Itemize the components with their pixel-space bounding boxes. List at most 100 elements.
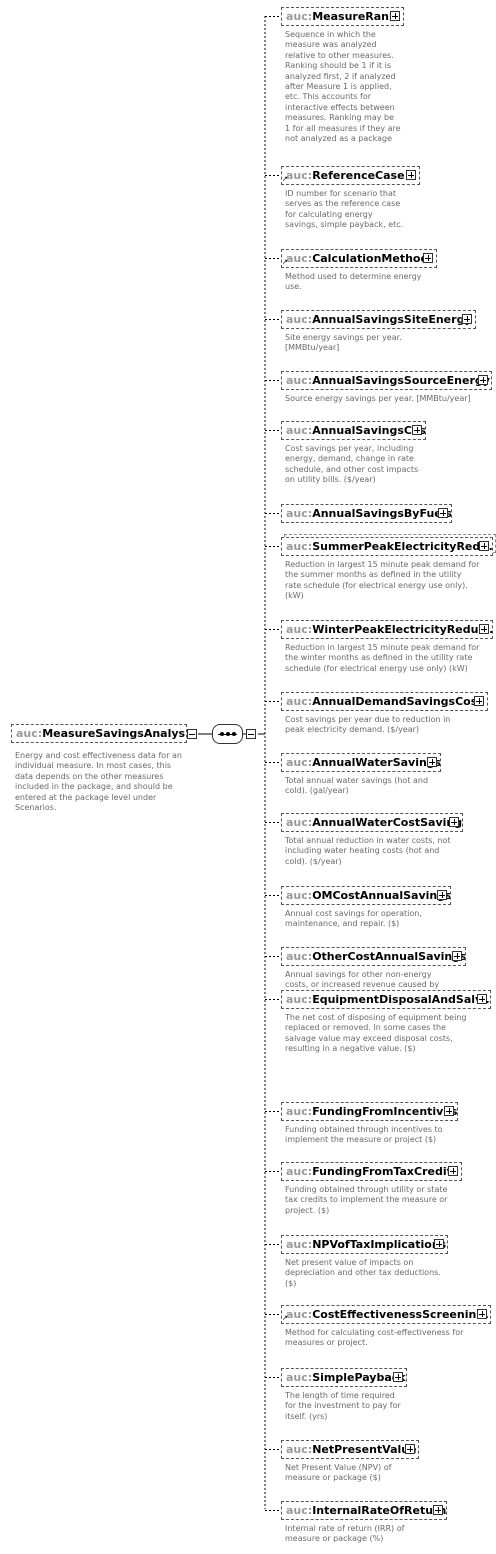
description-line: ID number for scenario that [285,189,397,198]
element-description: Reduction in largest 15 minute peak dema… [285,560,479,602]
element-box[interactable]: auc:FundingFromTaxCredits [281,1162,462,1181]
expand-icon[interactable] [412,425,422,435]
element-box[interactable]: auc:AnnualSavingsByFuels [281,504,452,523]
expand-icon[interactable] [449,817,459,827]
sequence-compositor-icon[interactable] [212,724,243,744]
element-box[interactable]: auc:NetPresentValue [281,1440,419,1459]
element-description: ID number for scenario that serves as the… [285,189,403,231]
element-prefix: auc: [286,507,313,520]
description-line: serves as the reference case [285,199,401,209]
element-name: NPVofTaxImplications [312,1238,447,1251]
description-line: Method for calculating cost-effectivenes… [285,1328,464,1337]
description-line: measures or project. [285,1338,368,1348]
root-prefix: auc: [16,727,43,740]
expand-icon[interactable] [478,375,488,385]
expand-icon[interactable] [452,951,462,961]
element-box[interactable]: auc:FundingFromIncentives [281,1102,458,1121]
description-line: peak electricity demand. ($/year) [285,725,420,735]
element-name: CalculationMethod [312,252,429,265]
element-box[interactable]: auc:OMCostAnnualSavings [281,886,451,905]
element-prefix: auc: [286,993,313,1006]
element-box[interactable]: auc:AnnualSavingsSiteEnergy [281,310,476,329]
description-line: measure or package (%) [285,1534,384,1544]
element-prefix: auc: [286,816,313,829]
description-line: after Measure 1 is applied, [285,82,392,92]
element-box[interactable]: auc:CalculationMethod ↗ [281,249,437,268]
element-box[interactable]: auc:AnnualSavingsSourceEnergy [281,371,492,390]
collapse-icon[interactable] [187,729,197,739]
root-description-line: Scenarios. [15,803,57,813]
description-line: itself. (yrs) [285,1411,328,1421]
element-box[interactable]: auc:WinterPeakElectricityReduc... [281,620,493,639]
element-box[interactable]: auc:NPVofTaxImplications [281,1235,448,1254]
expand-icon[interactable] [433,1505,443,1515]
element-box[interactable]: auc:AnnualSavingsCost [281,421,426,440]
element-box[interactable]: auc:SummerPeakElectricityRed... [281,537,493,556]
expand-icon[interactable] [423,253,433,263]
description-line: including water heating costs (hot and [285,846,440,856]
description-line: depreciation and other tax deductions. [285,1268,441,1278]
expand-icon[interactable] [427,757,437,767]
element-name: CostEffectivenessScreenin... [312,1308,489,1321]
description-line: Internal rate of return (IRR) of [285,1524,405,1533]
element-box[interactable]: auc:OtherCostAnnualSavings [281,947,466,966]
expand-icon[interactable] [405,1444,415,1454]
element-name: AnnualDemandSavingsCost [312,695,483,708]
element-box[interactable]: auc:ReferenceCase ↗ [281,166,420,185]
element-name: WinterPeakElectricityReduc... [312,623,493,636]
description-line: Annual savings for other non-energy [285,970,432,979]
description-line: etc. This accounts for [285,92,372,102]
element-description: Reduction in largest 15 minute peak dema… [285,643,479,674]
element-name: SimplePayback [312,1371,406,1384]
description-line: measure was analyzed [285,40,377,50]
element-description: Internal rate of return (IRR) of measure … [285,1524,404,1545]
root-description-line: entered at the package level under [15,792,157,802]
expand-icon[interactable] [479,541,489,551]
description-line: maintenance, and repair. ($) [285,919,400,929]
element-description: Cost savings per year, including energy, … [285,444,418,486]
element-box[interactable]: auc:SimplePayback [281,1368,407,1387]
element-prefix: auc: [286,313,313,326]
element-prefix: auc: [286,756,313,769]
expand-icon[interactable] [462,314,472,324]
element-prefix: auc: [286,252,313,265]
element-box[interactable]: auc:AnnualDemandSavingsCost [281,692,488,711]
description-line: analyzed first, 2 if analyzed [285,71,396,81]
expand-icon[interactable] [444,1106,454,1116]
description-line: tax credits to implement the measure or [285,1195,448,1205]
expand-icon[interactable] [437,890,447,900]
description-line: relative to other measures. [285,50,394,60]
expand-icon[interactable] [477,1309,487,1319]
description-line: The length of time required [285,1391,395,1400]
element-name: OMCostAnnualSavings [312,889,451,902]
root-element-box[interactable]: auc:MeasureSavingsAnalysis [11,724,187,743]
description-line: cold). (gal/year) [285,786,349,796]
expand-icon[interactable] [406,170,416,180]
description-line: resulting in a negative value. ($) [285,1044,416,1054]
element-box[interactable]: auc:InternalRateOfReturn [281,1501,447,1520]
expand-icon[interactable] [448,1166,458,1176]
element-description: Source energy savings per year. [MMBtu/y… [285,394,471,404]
element-description: Net Present Value (NPV) of measure or pac… [285,1463,391,1484]
description-line: use. [285,282,302,292]
sequence-collapse-icon[interactable] [246,729,256,739]
expand-icon[interactable] [438,508,448,518]
expand-icon[interactable] [474,696,484,706]
expand-icon[interactable] [434,1239,444,1249]
element-box[interactable]: auc:MeasureRank [281,7,404,26]
description-line: schedule, and other cost impacts [285,464,419,474]
expand-icon[interactable] [479,624,489,634]
element-box[interactable]: auc:AnnualWaterCostSavings [281,813,463,832]
description-line: on utility bills. ($/year) [285,475,376,485]
element-box[interactable]: auc:CostEffectivenessScreenin... ↗ [281,1305,491,1324]
description-line: Cost savings per year due to reduction i… [285,715,451,724]
expand-icon[interactable] [390,11,400,21]
element-box[interactable]: auc:EquipmentDisposalAndSalv... [281,990,491,1009]
expand-icon[interactable] [393,1372,403,1382]
element-name: AnnualSavingsCost [312,424,426,437]
expand-icon[interactable] [477,994,487,1004]
element-prefix: auc: [286,950,313,963]
description-line: Reduction in largest 15 minute peak dema… [285,560,480,569]
description-line: Ranking should be 1 if it is [285,61,391,71]
element-box[interactable]: auc:AnnualWaterSavings [281,753,441,772]
